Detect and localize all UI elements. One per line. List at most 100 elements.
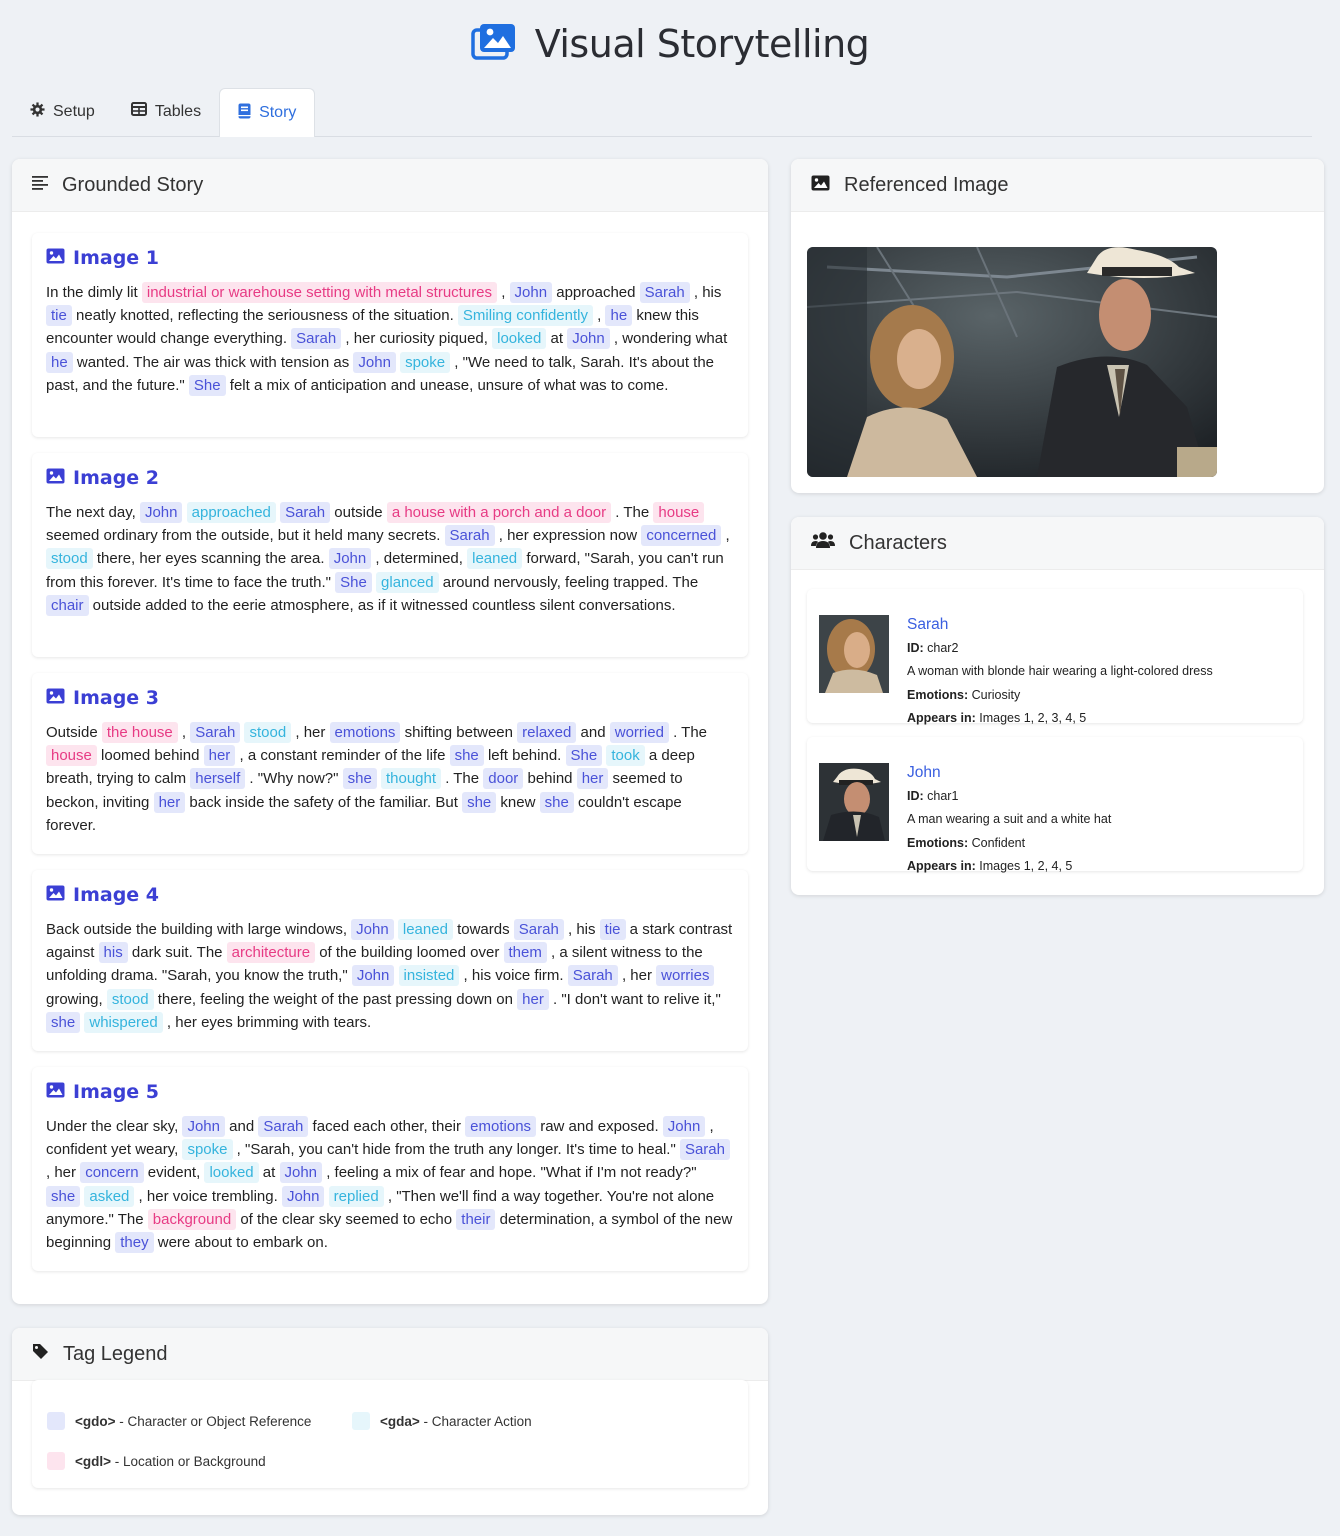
gdo-tag[interactable]: her: [153, 791, 186, 813]
gdo-tag[interactable]: John: [351, 965, 395, 987]
gdo-tag[interactable]: Sarah: [679, 1139, 730, 1161]
gdo-tag[interactable]: concerned: [641, 525, 722, 547]
gdo-tag[interactable]: John: [567, 328, 610, 350]
legend-item-gda: <gda> - Character Action: [352, 1412, 532, 1430]
gda-tag[interactable]: Smiling confidently: [457, 305, 593, 327]
gdo-tag[interactable]: tie: [46, 305, 72, 327]
gda-tag[interactable]: looked: [204, 1162, 259, 1184]
tab-setup[interactable]: Setup: [12, 88, 113, 135]
story-text-run: behind: [523, 770, 577, 788]
gdl-tag[interactable]: the house: [101, 722, 178, 743]
gda-tag[interactable]: spoke: [400, 351, 451, 373]
gdo-tag[interactable]: John: [509, 282, 553, 303]
gdo-tag[interactable]: he: [605, 305, 633, 327]
gdo-tag[interactable]: John: [662, 1116, 706, 1137]
gdo-tag[interactable]: John: [328, 548, 372, 570]
gdo-tag[interactable]: emotions: [465, 1116, 537, 1137]
gdo-tag[interactable]: she: [46, 1011, 81, 1033]
story-image-title[interactable]: Image 2: [46, 467, 734, 489]
tab-setup-label: Setup: [53, 102, 95, 120]
character-name[interactable]: John: [907, 761, 1111, 785]
gdl-tag[interactable]: background: [147, 1208, 237, 1230]
legend-tag-gdl: <gdl>: [75, 1453, 112, 1469]
gdo-tag[interactable]: Sarah: [258, 1116, 309, 1137]
gdl-tag[interactable]: architecture: [226, 942, 316, 964]
gdo-tag[interactable]: her: [576, 768, 609, 790]
gdo-tag[interactable]: John: [281, 1185, 325, 1207]
gdo-tag[interactable]: she: [462, 791, 497, 813]
gdo-tag[interactable]: She: [335, 571, 372, 593]
character-info-john: John ID: char1 A man wearing a suit and …: [907, 761, 1111, 879]
story-text-run: , her voice trembling.: [134, 1187, 282, 1205]
gdo-tag[interactable]: Sarah: [291, 328, 342, 350]
gda-tag[interactable]: approached: [186, 502, 276, 523]
story-image-title[interactable]: Image 3: [46, 687, 734, 709]
story-image-title[interactable]: Image 5: [46, 1081, 734, 1103]
gdo-tag[interactable]: herself: [190, 768, 246, 790]
gda-tag[interactable]: glanced: [376, 571, 439, 593]
gdo-tag[interactable]: door: [483, 768, 524, 790]
gda-tag[interactable]: spoke: [182, 1139, 233, 1161]
gdo-tag[interactable]: John: [353, 351, 396, 373]
gda-tag[interactable]: stood: [46, 548, 93, 570]
gdo-tag[interactable]: worries: [656, 965, 715, 987]
gdo-tag[interactable]: She: [188, 374, 226, 396]
story-image-title[interactable]: Image 4: [46, 884, 734, 906]
gdo-tag[interactable]: they: [115, 1232, 154, 1254]
gdo-tag[interactable]: Sarah: [567, 965, 618, 987]
gdo-tag[interactable]: relaxed: [517, 722, 577, 743]
gdo-tag[interactable]: Sarah: [190, 722, 241, 743]
gdl-tag[interactable]: industrial or warehouse setting with met…: [141, 282, 498, 303]
gdo-tag[interactable]: tie: [599, 919, 626, 940]
tab-tables[interactable]: Tables: [113, 88, 219, 135]
gdl-tag[interactable]: house: [653, 502, 705, 523]
gda-tag[interactable]: stood: [106, 988, 154, 1010]
gdo-tag[interactable]: their: [456, 1208, 496, 1230]
gda-tag[interactable]: looked: [492, 328, 547, 350]
story-image-title[interactable]: Image 1: [46, 247, 734, 269]
gda-tag[interactable]: whispered: [84, 1011, 163, 1033]
gdo-tag[interactable]: she: [449, 745, 484, 767]
gdo-tag[interactable]: Sarah: [280, 502, 331, 523]
character-card-john[interactable]: John ID: char1 A man wearing a suit and …: [807, 737, 1303, 873]
gdo-tag[interactable]: his: [98, 942, 128, 964]
gdo-tag[interactable]: John: [279, 1162, 323, 1184]
gdl-tag[interactable]: house: [46, 745, 97, 767]
gdl-tag[interactable]: a house with a porch and a door: [386, 502, 612, 523]
tab-story[interactable]: Story: [219, 88, 316, 137]
gdo-tag[interactable]: Sarah: [639, 282, 690, 303]
gda-tag[interactable]: stood: [244, 722, 292, 743]
gdo-tag[interactable]: She: [565, 745, 603, 767]
character-card-sarah[interactable]: Sarah ID: char2 A woman with blonde hair…: [807, 589, 1303, 725]
story-image-title-text: Image 3: [73, 687, 160, 709]
gdo-tag[interactable]: emotions: [329, 722, 401, 743]
story-text-run: , wondering what: [609, 330, 728, 348]
gda-tag[interactable]: took: [606, 745, 645, 767]
gdo-tag[interactable]: her: [517, 988, 549, 1010]
gdo-tag[interactable]: concern: [80, 1162, 144, 1184]
gdo-tag[interactable]: John: [182, 1116, 225, 1137]
story-text-run: . The: [441, 770, 484, 788]
gda-tag[interactable]: asked: [84, 1185, 135, 1207]
gda-tag[interactable]: thought: [380, 768, 442, 790]
gda-tag[interactable]: replied: [328, 1185, 384, 1207]
gdo-tag[interactable]: John: [139, 502, 183, 523]
gda-tag[interactable]: insisted: [398, 965, 460, 987]
gdo-tag[interactable]: he: [46, 351, 73, 373]
gda-tag[interactable]: leaned: [397, 919, 453, 940]
gdo-tag[interactable]: worried: [609, 722, 669, 743]
character-emotions: Curiosity: [971, 687, 1021, 702]
gdo-tag[interactable]: she: [539, 791, 574, 813]
gdo-tag[interactable]: she: [342, 768, 377, 790]
character-name[interactable]: Sarah: [907, 613, 1213, 637]
character-id: char1: [927, 788, 959, 803]
gdo-tag[interactable]: her: [203, 745, 236, 767]
gda-tag[interactable]: leaned: [467, 548, 523, 570]
gdo-tag[interactable]: Sarah: [513, 919, 564, 940]
referenced-image[interactable]: [807, 247, 1217, 477]
gdo-tag[interactable]: John: [351, 919, 394, 940]
gdo-tag[interactable]: she: [46, 1185, 81, 1207]
gdo-tag[interactable]: them: [503, 942, 547, 964]
gdo-tag[interactable]: Sarah: [444, 525, 495, 547]
gdo-tag[interactable]: chair: [46, 594, 89, 616]
